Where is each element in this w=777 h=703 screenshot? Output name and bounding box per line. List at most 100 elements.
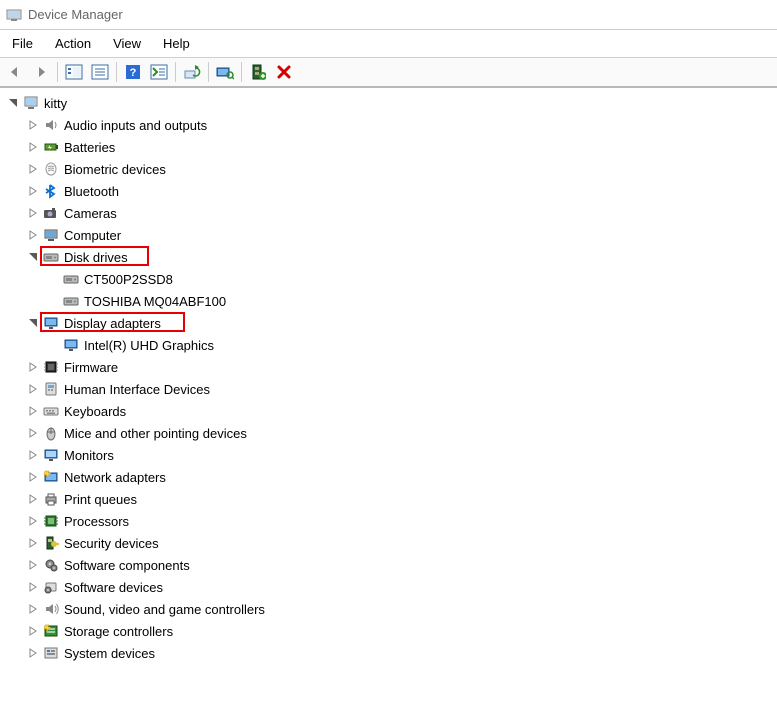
scan-hardware-button[interactable]	[212, 60, 238, 84]
tree-category-bluetooth[interactable]: Bluetooth	[6, 180, 777, 202]
swcomp-icon	[42, 556, 60, 574]
expand-icon[interactable]	[26, 118, 40, 132]
menu-help[interactable]: Help	[153, 33, 200, 54]
keyboard-icon	[42, 402, 60, 420]
tree-category-cpu[interactable]: Processors	[6, 510, 777, 532]
node-label: Bluetooth	[64, 184, 119, 199]
node-label: Security devices	[64, 536, 159, 551]
system-icon	[42, 644, 60, 662]
tree-category-security[interactable]: Security devices	[6, 532, 777, 554]
node-label: Sound, video and game controllers	[64, 602, 265, 617]
printer-icon	[42, 490, 60, 508]
tree-category-storage[interactable]: Storage controllers	[6, 620, 777, 642]
expand-icon[interactable]	[26, 492, 40, 506]
back-button[interactable]	[2, 60, 28, 84]
tree-device[interactable]: Intel(R) UHD Graphics	[6, 334, 777, 356]
tree-category-mouse[interactable]: Mice and other pointing devices	[6, 422, 777, 444]
tree-category-printer[interactable]: Print queues	[6, 488, 777, 510]
computer-root-icon	[22, 94, 40, 112]
tree-category-network[interactable]: Network adapters	[6, 466, 777, 488]
menu-action[interactable]: Action	[45, 33, 101, 54]
titlebar: Device Manager	[0, 0, 777, 30]
monitor-icon	[42, 446, 60, 464]
tree-category-swdev[interactable]: Software devices	[6, 576, 777, 598]
battery-icon	[42, 138, 60, 156]
tree-category-disk[interactable]: Disk drives	[6, 246, 777, 268]
uninstall-device-button[interactable]	[271, 60, 297, 84]
tree-category-keyboard[interactable]: Keyboards	[6, 400, 777, 422]
tree-category-computer[interactable]: Computer	[6, 224, 777, 246]
node-label: System devices	[64, 646, 155, 661]
help-button[interactable]: ?	[120, 60, 146, 84]
forward-button[interactable]	[28, 60, 54, 84]
tree-device[interactable]: CT500P2SSD8	[6, 268, 777, 290]
toolbar-separator	[241, 62, 242, 82]
expand-icon[interactable]	[26, 514, 40, 528]
expand-icon[interactable]	[26, 624, 40, 638]
expand-icon[interactable]	[26, 536, 40, 550]
disk-icon	[62, 270, 80, 288]
tree-device[interactable]: TOSHIBA MQ04ABF100	[6, 290, 777, 312]
hid-icon	[42, 380, 60, 398]
collapse-icon[interactable]	[26, 250, 40, 264]
tree-category-battery[interactable]: Batteries	[6, 136, 777, 158]
expand-icon[interactable]	[26, 206, 40, 220]
tree-category-system[interactable]: System devices	[6, 642, 777, 664]
tree-category-swcomp[interactable]: Software components	[6, 554, 777, 576]
menu-view[interactable]: View	[103, 33, 151, 54]
node-label: Processors	[64, 514, 129, 529]
tree-category-firmware[interactable]: Firmware	[6, 356, 777, 378]
toolbar-separator	[175, 62, 176, 82]
security-icon	[42, 534, 60, 552]
expand-icon[interactable]	[26, 558, 40, 572]
expand-icon[interactable]	[26, 580, 40, 594]
tree-category-display[interactable]: Display adapters	[6, 312, 777, 334]
expand-icon[interactable]	[26, 360, 40, 374]
tree-category-speaker[interactable]: Audio inputs and outputs	[6, 114, 777, 136]
menu-file[interactable]: File	[2, 33, 43, 54]
tree-category-monitor[interactable]: Monitors	[6, 444, 777, 466]
display-icon	[42, 314, 60, 332]
show-hide-tree-button[interactable]	[61, 60, 87, 84]
toolbar-separator	[116, 62, 117, 82]
node-label: Intel(R) UHD Graphics	[84, 338, 214, 353]
tree-category-biometric[interactable]: Biometric devices	[6, 158, 777, 180]
collapse-icon[interactable]	[6, 96, 20, 110]
expand-icon[interactable]	[26, 404, 40, 418]
expand-icon[interactable]	[26, 162, 40, 176]
storage-icon	[42, 622, 60, 640]
tree-category-camera[interactable]: Cameras	[6, 202, 777, 224]
update-driver-button[interactable]	[179, 60, 205, 84]
expand-icon[interactable]	[26, 140, 40, 154]
sound-icon	[42, 600, 60, 618]
add-hardware-button[interactable]	[245, 60, 271, 84]
expand-icon[interactable]	[26, 426, 40, 440]
collapse-icon[interactable]	[26, 316, 40, 330]
expand-icon[interactable]	[26, 382, 40, 396]
expand-icon[interactable]	[26, 470, 40, 484]
menubar: File Action View Help	[0, 30, 777, 57]
node-label: Biometric devices	[64, 162, 166, 177]
node-label: Keyboards	[64, 404, 126, 419]
window-title: Device Manager	[28, 7, 123, 22]
expand-icon[interactable]	[26, 184, 40, 198]
node-label: Computer	[64, 228, 121, 243]
expand-icon[interactable]	[26, 602, 40, 616]
firmware-icon	[42, 358, 60, 376]
node-label: Batteries	[64, 140, 115, 155]
device-tree[interactable]: kitty Audio inputs and outputs Batteries Bi…	[0, 88, 777, 703]
node-label: Storage controllers	[64, 624, 173, 639]
expand-icon[interactable]	[26, 646, 40, 660]
tree-root[interactable]: kitty	[6, 92, 777, 114]
node-label: Audio inputs and outputs	[64, 118, 207, 133]
app-icon	[6, 7, 22, 23]
node-label: TOSHIBA MQ04ABF100	[84, 294, 226, 309]
properties-button[interactable]	[87, 60, 113, 84]
node-label: Cameras	[64, 206, 117, 221]
tree-category-hid[interactable]: Human Interface Devices	[6, 378, 777, 400]
node-label: Human Interface Devices	[64, 382, 210, 397]
expand-icon[interactable]	[26, 448, 40, 462]
tree-category-sound[interactable]: Sound, video and game controllers	[6, 598, 777, 620]
expand-icon[interactable]	[26, 228, 40, 242]
action-menu-button[interactable]	[146, 60, 172, 84]
